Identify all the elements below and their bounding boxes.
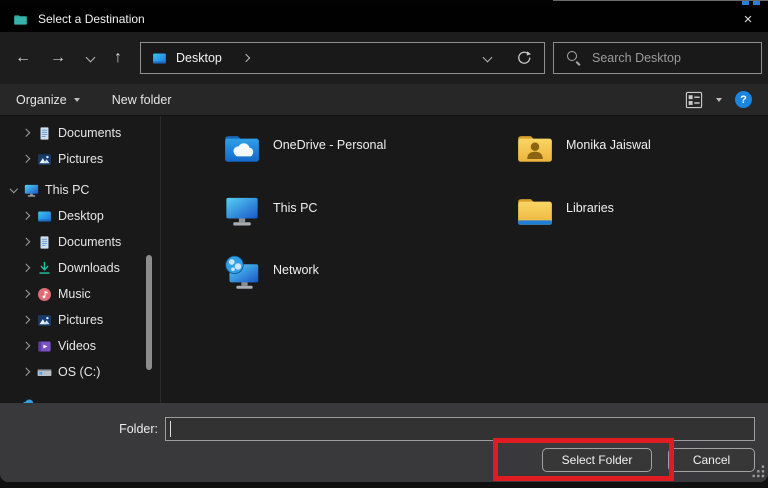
desktop-icon (151, 50, 168, 67)
tree-chevron-icon[interactable] (20, 340, 33, 353)
sidebar-scrollbar[interactable] (146, 255, 152, 370)
title-bar: Select a Destination × (0, 6, 768, 32)
screen: Select a Destination × ← → ↑ Desktop Sea… (0, 0, 768, 488)
tree-chevron-icon[interactable] (20, 288, 33, 301)
sidebar-item-label: Desktop (58, 209, 104, 223)
folder-libraries-icon (515, 191, 555, 231)
sidebar-item-label: Pictures (58, 313, 104, 327)
tree-chevron-icon[interactable] (7, 184, 20, 197)
sidebar-item-label: This PC (45, 183, 90, 197)
search-icon (567, 51, 581, 65)
tree-chevron-icon[interactable] (20, 127, 33, 140)
organize-label: Organize (16, 92, 67, 107)
address-dropdown-icon[interactable] (482, 52, 494, 64)
document-icon (36, 125, 53, 142)
resize-grip[interactable] (752, 465, 765, 478)
drive-icon (36, 364, 53, 381)
sidebar-item[interactable]: This PC (0, 177, 160, 203)
navigation-tree: Documents Pictures This PC Desktop Docum… (0, 116, 161, 403)
tree-chevron-icon[interactable] (20, 210, 33, 223)
music-icon (36, 286, 53, 303)
downloads-icon (36, 260, 53, 277)
background-accent (742, 1, 749, 5)
select-folder-button[interactable]: Select Folder (542, 448, 652, 472)
folder-item-label: This PC (273, 200, 318, 215)
sidebar-item[interactable]: Pictures (0, 307, 160, 333)
view-mode-icon[interactable] (685, 91, 703, 109)
background-window-border (553, 0, 768, 1)
up-button[interactable]: ↑ (103, 45, 133, 71)
desktop-icon (36, 208, 53, 225)
back-button[interactable]: ← (8, 45, 38, 71)
refresh-icon[interactable] (516, 50, 532, 66)
dialog-footer: Folder: Select Folder Cancel (0, 403, 768, 482)
new-folder-button[interactable]: New folder (112, 93, 172, 107)
help-button[interactable]: ? (735, 91, 752, 108)
sidebar-item-label: Videos (58, 339, 96, 353)
folder-list-item[interactable]: This PC (222, 191, 515, 254)
view-dropdown-icon[interactable] (716, 97, 722, 102)
breadcrumb-location[interactable]: Desktop (176, 51, 222, 65)
sidebar-item-label: Downloads (58, 261, 120, 275)
breadcrumb-chevron-icon[interactable] (242, 53, 252, 63)
sidebar-item[interactable]: Videos (0, 333, 160, 359)
folder-list-item[interactable]: OneDrive - Personal (222, 128, 515, 191)
address-bar[interactable]: Desktop (140, 42, 545, 74)
window-title: Select a Destination (38, 12, 145, 26)
forward-button[interactable]: → (43, 45, 73, 71)
background-accent (753, 1, 760, 5)
folder-teal-icon (12, 12, 29, 27)
dialog-body: Documents Pictures This PC Desktop Docum… (0, 116, 768, 403)
pictures-icon (36, 312, 53, 329)
folder-field-label: Folder: (119, 422, 158, 436)
folder-item-label: Monika Jaiswal (566, 138, 651, 152)
folder-name-input[interactable] (165, 417, 755, 441)
monitor-icon (222, 191, 262, 231)
folder-list-item[interactable]: Monika Jaiswal (515, 128, 768, 191)
monitor-icon (23, 182, 40, 199)
sidebar-item-label: Music (58, 287, 91, 301)
videos-icon (36, 338, 53, 355)
folder-list-item[interactable]: Network (222, 253, 515, 316)
select-destination-dialog: Select a Destination × ← → ↑ Desktop Sea… (0, 6, 768, 482)
tree-chevron-icon[interactable] (20, 262, 33, 275)
cancel-button[interactable]: Cancel (668, 448, 755, 472)
folder-list-item[interactable]: Libraries (515, 191, 768, 254)
sidebar-item[interactable]: Downloads (0, 255, 160, 281)
sidebar-item[interactable]: OS (C:) (0, 359, 160, 385)
chevron-down-icon (85, 52, 97, 64)
search-placeholder: Search Desktop (592, 51, 681, 65)
sidebar-item[interactable]: Documents (0, 120, 160, 146)
sidebar-item[interactable]: Music (0, 281, 160, 307)
organize-button[interactable]: Organize (16, 93, 80, 107)
dropdown-triangle-icon (73, 97, 80, 102)
sidebar-item-label: Documents (58, 235, 122, 249)
sidebar-item-label: Documents (58, 126, 122, 140)
tree-chevron-icon[interactable] (20, 153, 33, 166)
search-input[interactable]: Search Desktop (553, 42, 762, 74)
tree-chevron-icon[interactable] (20, 236, 33, 249)
sidebar-item[interactable]: Desktop (0, 203, 160, 229)
folder-item-label: Network (273, 263, 319, 277)
pictures-icon (36, 151, 53, 168)
document-icon (36, 234, 53, 251)
sidebar-item[interactable]: Documents (0, 229, 160, 255)
tree-chevron-icon[interactable] (20, 314, 33, 327)
text-caret (170, 421, 171, 437)
command-toolbar: Organize New folder ? (0, 84, 768, 116)
close-button[interactable]: × (728, 6, 768, 32)
folder-item-label: Libraries (566, 200, 614, 215)
folder-onedrive-icon (222, 128, 262, 168)
navigation-bar: ← → ↑ Desktop Search Desktop (0, 32, 768, 84)
sidebar-item[interactable]: Pictures (0, 146, 160, 172)
folder-item-label: OneDrive - Personal (273, 138, 387, 152)
tree-chevron-icon[interactable] (20, 366, 33, 379)
recent-locations-button[interactable] (76, 45, 106, 71)
folder-user-icon (515, 128, 555, 168)
folder-list: OneDrive - Personal Monika Jaiswal This … (162, 116, 768, 403)
sidebar-item-label: OS (C:) (58, 365, 101, 379)
sidebar-item-label: Pictures (58, 152, 104, 166)
network-icon (222, 253, 262, 293)
